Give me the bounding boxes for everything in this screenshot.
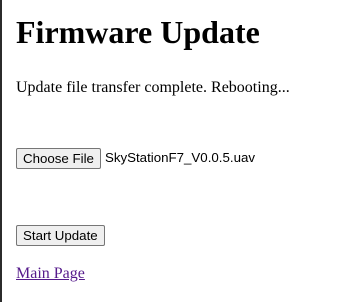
selected-file-name: SkyStationF7_V0.0.5.uav xyxy=(104,150,256,165)
status-message: Update file transfer complete. Rebooting… xyxy=(16,79,290,96)
choose-file-button[interactable]: Choose File xyxy=(16,147,101,169)
file-input-row: Choose File SkyStationF7_V0.0.5.uav xyxy=(16,147,255,169)
window-left-border xyxy=(0,0,2,302)
start-update-button[interactable]: Start Update xyxy=(16,225,105,246)
main-page-link[interactable]: Main Page xyxy=(16,264,85,284)
page-title: Firmware Update xyxy=(16,14,260,50)
